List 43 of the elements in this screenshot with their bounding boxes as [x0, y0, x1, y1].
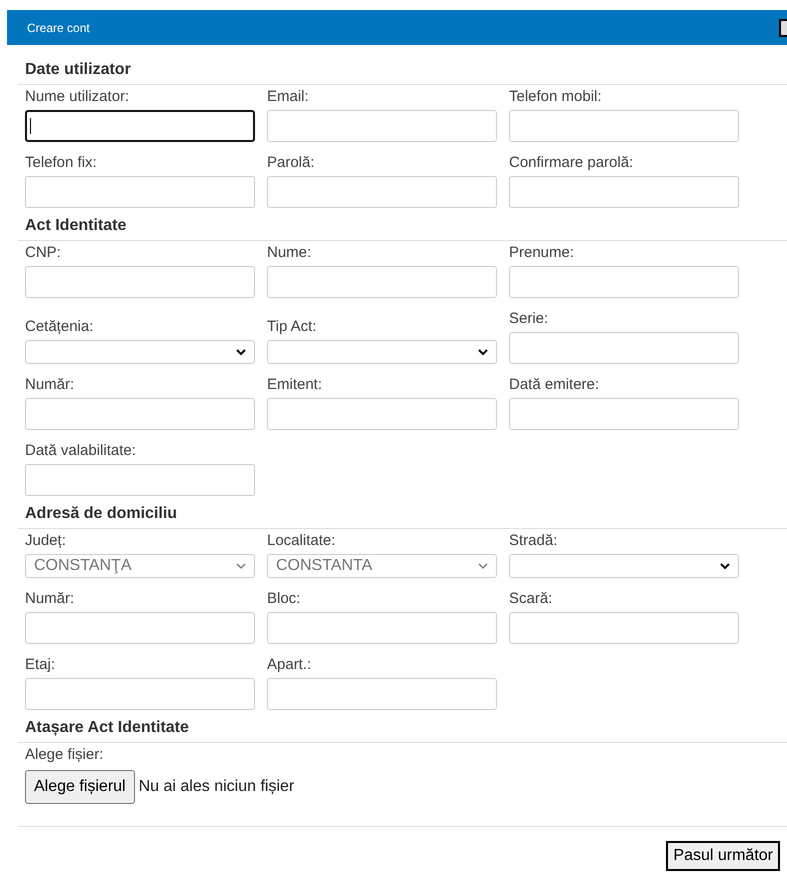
field-label: Confirmare parolă: [509, 154, 634, 172]
section-heading: Adresă de domiciliu [25, 505, 178, 522]
field-label: Emitent: [267, 376, 324, 394]
next-step-button[interactable]: Pasul următor [666, 841, 780, 871]
text-field[interactable] [25, 110, 255, 142]
field-label: Număr: [25, 376, 76, 394]
chevron-down-icon [236, 348, 246, 356]
field-label: Email: [267, 88, 310, 106]
file-status: Nu ai ales niciun fișier [138, 777, 294, 797]
section-heading: Act Identitate [25, 217, 126, 234]
field-label: Localitate: [267, 532, 336, 550]
field-label: Apart.: [267, 656, 312, 674]
field-label: Dată emitere: [509, 376, 600, 394]
chevron-down-icon [236, 562, 246, 570]
field-label: CNP: [25, 244, 62, 262]
field-label: Etaj: [25, 656, 56, 674]
chevron-down-icon [478, 348, 488, 356]
field-label: Dată valabilitate: [25, 442, 137, 460]
field-label: Nume utilizator: [25, 88, 130, 106]
dropdown[interactable] [267, 340, 497, 364]
field-label: Județ: [25, 532, 67, 550]
close-button[interactable] [779, 18, 787, 36]
dropdown[interactable] [509, 554, 739, 578]
field-label: Parolă: [267, 154, 316, 172]
field-label: Cetățenia: [25, 318, 94, 336]
field-label: Tip Act: [267, 318, 318, 336]
dropdown[interactable] [25, 340, 255, 364]
field-label: Prenume: [509, 244, 576, 262]
choose-file-button[interactable]: Alege fișierul [25, 770, 135, 804]
field-label: Scară: [509, 590, 554, 608]
window-title: Creare cont [27, 20, 90, 36]
field-label: Bloc: [267, 590, 302, 608]
field-label: Telefon fix: [25, 154, 98, 172]
field-label: Telefon mobil: [509, 88, 603, 106]
chevron-down-icon [478, 562, 488, 570]
field-label: Stradă: [509, 532, 558, 550]
chevron-down-icon [720, 562, 730, 570]
section-heading: Date utilizator [25, 61, 131, 78]
section-heading: Atașare Act Identitate [25, 719, 189, 736]
field-label: Alege fișier: [25, 746, 104, 764]
field-label: Nume: [267, 244, 312, 262]
field-label: Număr: [25, 590, 76, 608]
field-label: Serie: [509, 310, 550, 328]
